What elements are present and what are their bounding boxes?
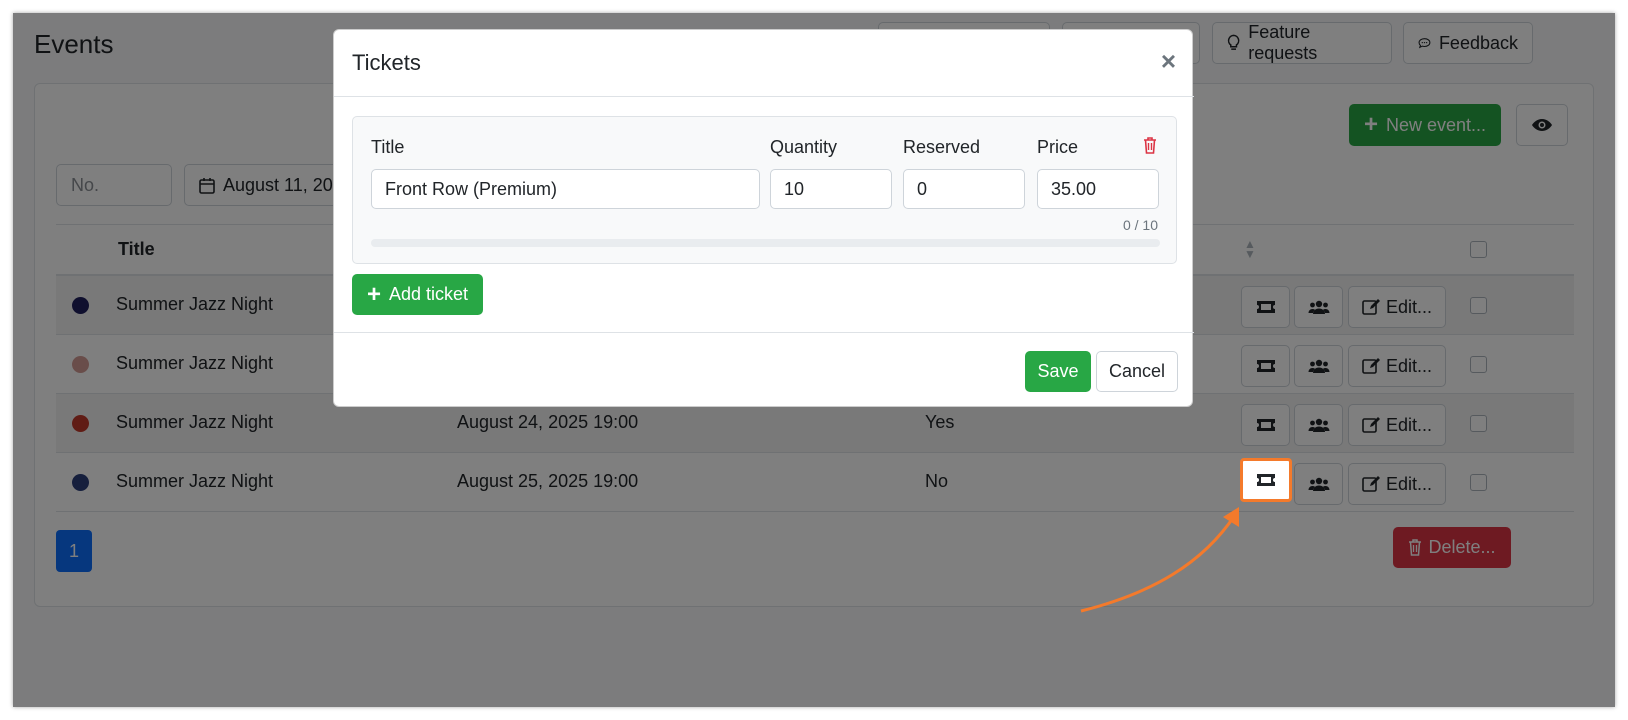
quantity-label: Quantity	[770, 137, 838, 157]
close-icon[interactable]: ×	[1161, 48, 1176, 74]
modal-title: Tickets	[352, 50, 421, 75]
modal-footer: Save Cancel	[334, 332, 1194, 408]
tickets-modal: Tickets × Title Quantity Reserved Price …	[333, 29, 1194, 408]
ticket-quantity-input[interactable]: 10	[770, 169, 892, 209]
modal-header: Tickets ×	[334, 30, 1194, 97]
cancel-button[interactable]: Cancel	[1096, 351, 1178, 392]
ticket-entry: Title Quantity Reserved Price Front Row …	[352, 116, 1177, 264]
ticket-reserved-input[interactable]: 0	[903, 169, 1025, 209]
screenshot-frame: Events Feature requests Feedback + New e…	[13, 13, 1615, 707]
title-label: Title	[371, 137, 405, 157]
add-ticket-button[interactable]: + Add ticket	[352, 274, 484, 315]
ticket-title-input[interactable]: Front Row (Premium)	[371, 169, 760, 209]
delete-ticket-icon[interactable]	[1143, 137, 1157, 154]
callout-arrow	[1080, 507, 1239, 613]
ticket-price-input[interactable]: 35.00	[1037, 169, 1159, 209]
reserved-label: Reserved	[903, 137, 981, 157]
save-button[interactable]: Save	[1025, 351, 1091, 392]
price-label: Price	[1037, 137, 1079, 157]
ticket-icon	[1257, 474, 1275, 486]
reservation-progress-bar	[371, 239, 1160, 247]
reserved-count: 0 / 10	[1122, 217, 1158, 233]
add-ticket-label: Add ticket	[389, 284, 469, 304]
plus-icon: +	[367, 280, 382, 308]
